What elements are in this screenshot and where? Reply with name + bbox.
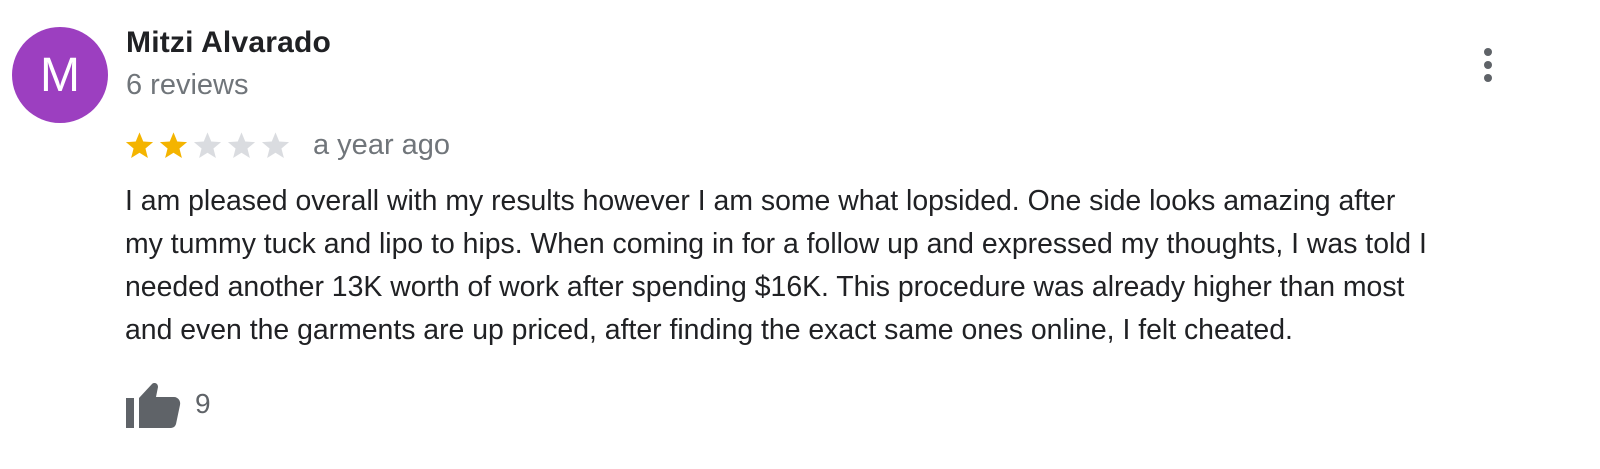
like-count: 9: [195, 388, 211, 419]
rating-row: a year ago: [124, 125, 450, 165]
avatar[interactable]: M: [12, 27, 108, 123]
star-filled-icon: [125, 131, 154, 158]
star-filled-icon: [159, 131, 188, 158]
review-text: I am pleased overall with my results how…: [125, 185, 1427, 346]
avatar-initial: M: [40, 48, 80, 102]
star-empty-icon: [193, 131, 222, 158]
more-vert-icon: [1484, 48, 1492, 56]
star-empty-icon: [227, 131, 256, 158]
star-rating: [124, 130, 291, 161]
more-vert-icon-dot: [1484, 61, 1492, 69]
like-row: 9: [125, 378, 211, 430]
star-empty-icon: [261, 131, 290, 158]
review-count[interactable]: 6 reviews: [126, 69, 249, 102]
author-name[interactable]: Mitzi Alvarado: [126, 26, 331, 60]
more-vert-icon-dot: [1484, 74, 1492, 82]
thumbs-up-icon[interactable]: [125, 378, 181, 430]
more-options-button[interactable]: [1470, 42, 1506, 88]
review-card: M Mitzi Alvarado 6 reviews a year ago I …: [0, 0, 1600, 469]
review-date: a year ago: [313, 128, 451, 161]
